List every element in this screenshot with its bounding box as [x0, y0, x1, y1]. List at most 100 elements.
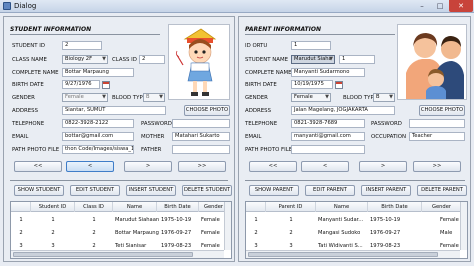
- table-cell: Male: [440, 230, 453, 236]
- student-table-hscroll[interactable]: [11, 250, 224, 258]
- edit-student-button[interactable]: EDIT STUDENT: [70, 185, 120, 196]
- table-cell: 1: [19, 217, 23, 223]
- edit-parent-button[interactable]: EDIT PARENT: [305, 185, 355, 196]
- blood-type-select[interactable]: B ▼: [143, 93, 165, 102]
- parent-blood-type-select[interactable]: B ▼: [373, 93, 395, 102]
- parent-password-field[interactable]: [409, 119, 465, 128]
- table-cell: Manyanti Sudar...: [318, 217, 364, 223]
- student-name-select[interactable]: Marudut Siaha ▼: [291, 55, 335, 64]
- password-label: PASSWORD: [141, 121, 172, 127]
- parent-table-header: Parent ID Name Birth Date Gender: [246, 202, 467, 212]
- parent-next-record-button[interactable]: >: [359, 161, 407, 172]
- path-photo-field[interactable]: thon Code/Images/siswa_17.jpg: [62, 145, 134, 154]
- maximize-button[interactable]: □: [431, 0, 449, 12]
- parent-last-record-button[interactable]: >>: [413, 161, 461, 172]
- first-record-button[interactable]: <<: [14, 161, 62, 172]
- table-row[interactable]: 2 2 Mangasi Sudoko 1976-09-27 Male: [246, 228, 467, 238]
- birth-date-field[interactable]: 9/27/1976: [62, 80, 100, 89]
- chevron-down-icon: ▼: [389, 94, 393, 100]
- scroll-thumb[interactable]: [13, 252, 193, 257]
- delete-parent-button[interactable]: DELETE PARENT: [417, 185, 467, 196]
- email-label: EMAIL: [12, 134, 29, 140]
- blood-type-label: BLOOD TYPE: [112, 95, 147, 101]
- table-cell: 1: [51, 217, 55, 223]
- address-label: ADDRESS: [12, 108, 38, 114]
- table-row[interactable]: 1 1 1 Marudut Siahaan 1975-10-19 Female: [11, 215, 231, 225]
- gender-select[interactable]: Female ▼: [62, 93, 108, 102]
- next-record-button[interactable]: >: [124, 161, 172, 172]
- complete-name-field[interactable]: Bottar Marpaung: [62, 68, 134, 77]
- table-cell: Female: [440, 217, 459, 223]
- class-name-select[interactable]: Biology 2F ▼: [62, 55, 108, 64]
- table-cell: 1976-09-27: [370, 230, 401, 236]
- parent-blood-type-value: B: [376, 94, 380, 100]
- parent-password-label: PASSWORD: [371, 121, 402, 127]
- telephone-field[interactable]: 0822-3928-2122: [62, 119, 134, 128]
- table-cell: 2: [289, 230, 293, 236]
- parent-first-record-button[interactable]: <<: [249, 161, 297, 172]
- parent-col-name: Name: [316, 202, 368, 212]
- table-cell: 2: [19, 230, 23, 236]
- parent-table-hscroll[interactable]: [246, 250, 460, 258]
- address-field[interactable]: Siantar, SUMUT: [62, 106, 166, 115]
- delete-student-button[interactable]: DELETE STUDENT: [182, 185, 232, 196]
- parent-telephone-label: TELEPHONE: [245, 121, 278, 127]
- show-student-button[interactable]: SHOW STUDENT: [14, 185, 64, 196]
- parent-student-id-field[interactable]: 1: [339, 55, 375, 64]
- student-table-header: Student ID Class ID Name Birth Date Gend…: [11, 202, 231, 212]
- calendar-icon[interactable]: [102, 81, 110, 89]
- father-field[interactable]: [172, 145, 230, 154]
- choose-photo-button[interactable]: CHOOSE PHOTO: [184, 105, 230, 116]
- mother-field[interactable]: Matahari Sukarto: [172, 132, 230, 141]
- parent-birth-date-field[interactable]: 10/19/1975: [291, 80, 333, 89]
- last-record-button[interactable]: >>: [178, 161, 226, 172]
- student-photo: [168, 24, 230, 100]
- email-field[interactable]: bottar@gmail.com: [62, 132, 134, 141]
- telephone-label: TELEPHONE: [12, 121, 45, 127]
- close-button[interactable]: ✕: [449, 0, 473, 12]
- parent-email-label: EMAIL: [245, 134, 262, 140]
- student-col-class-id: Class ID: [75, 202, 113, 212]
- student-id-field[interactable]: 2: [62, 41, 102, 50]
- table-row[interactable]: 2 2 2 Bottar Marpaung 1976-09-27 Female: [11, 228, 231, 238]
- class-id-field[interactable]: 2: [139, 55, 165, 64]
- id-ortu-label: ID ORTU: [245, 43, 268, 49]
- occupation-label: OCCUPATION: [371, 134, 407, 140]
- table-row[interactable]: 1 1 Manyanti Sudar... 1975-10-19 Female: [246, 215, 467, 225]
- parent-path-photo-field[interactable]: [291, 145, 365, 154]
- student-table: Student ID Class ID Name Birth Date Gend…: [10, 201, 232, 259]
- title-bar: Dialog – □ ✕: [0, 0, 474, 13]
- previous-record-button[interactable]: <: [66, 161, 114, 172]
- occupation-field[interactable]: Teacher: [409, 132, 465, 141]
- insert-student-button[interactable]: INSERT STUDENT: [126, 185, 176, 196]
- id-ortu-field[interactable]: 1: [291, 41, 331, 50]
- parent-section-title: PARENT INFORMATION: [245, 26, 321, 33]
- student-table-vscroll[interactable]: [224, 202, 231, 250]
- parent-gender-select[interactable]: Female ▼: [291, 93, 331, 102]
- student-name-value: Marudut Siaha: [294, 56, 332, 62]
- student-col-name: Name: [113, 202, 157, 212]
- parent-previous-record-button[interactable]: <: [301, 161, 349, 172]
- parent-complete-name-field[interactable]: Manyanti Sudarmono: [291, 68, 365, 77]
- table-cell: 1: [254, 217, 258, 223]
- table-cell: 1: [92, 217, 96, 223]
- show-parent-button[interactable]: SHOW PARENT: [249, 185, 299, 196]
- window-title: Dialog: [14, 2, 37, 10]
- password-field[interactable]: [172, 119, 230, 128]
- chevron-down-icon: ▼: [102, 56, 106, 62]
- parent-choose-photo-button[interactable]: CHOOSE PHOTO: [419, 105, 465, 116]
- app-icon: [3, 2, 11, 10]
- minimize-button[interactable]: –: [413, 0, 431, 12]
- scroll-thumb[interactable]: [248, 252, 438, 257]
- table-cell: Female: [201, 230, 220, 236]
- insert-parent-button[interactable]: INSERT PARENT: [361, 185, 411, 196]
- parent-email-field[interactable]: manyanti@gmail.com: [291, 132, 365, 141]
- parent-table-vscroll[interactable]: [460, 202, 467, 250]
- table-cell: 1975-10-19: [370, 217, 401, 223]
- parent-telephone-field[interactable]: 0821-3928-7689: [291, 119, 365, 128]
- calendar-icon[interactable]: [335, 81, 343, 89]
- chevron-down-icon: ▼: [329, 56, 333, 62]
- parent-gender-value: Female: [294, 94, 313, 100]
- parent-panel: PARENT INFORMATION ID ORTU 1 STUDENT NAM…: [238, 16, 471, 262]
- parent-address-field[interactable]: Jalan Magelang, JOGJAKARTA: [291, 106, 395, 115]
